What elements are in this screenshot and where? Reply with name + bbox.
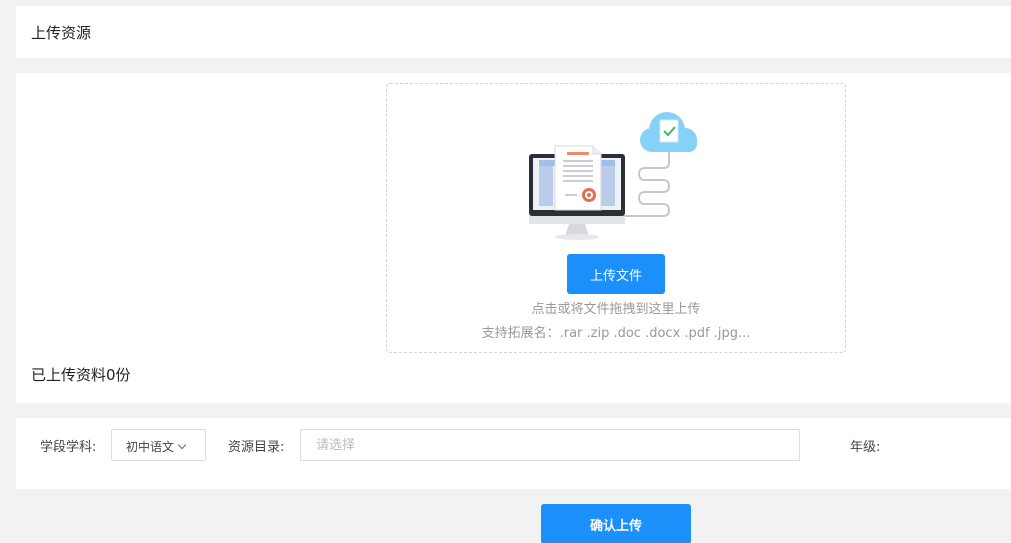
header-panel: 上传资源 — [16, 6, 1011, 58]
document-icon — [554, 145, 602, 211]
chevron-down-icon — [177, 440, 187, 450]
stage-subject-label: 学段学科: — [40, 440, 97, 455]
cloud-upload-illustration-icon — [529, 112, 697, 240]
confirm-upload-button[interactable]: 确认上传 — [541, 504, 691, 543]
resource-meta-panel: 学段学科: 初中语文 资源目录: 年级: — [16, 418, 1011, 489]
upload-file-button[interactable]: 上传文件 — [567, 254, 665, 294]
upload-hint: 点击或将文件拖拽到这里上传 — [531, 302, 701, 317]
upload-dropzone[interactable]: 上传文件 点击或将文件拖拽到这里上传 支持拓展名：.rar .zip .doc … — [386, 83, 846, 353]
resource-directory-label: 资源目录: — [228, 440, 285, 455]
upload-panel: 上传文件 点击或将文件拖拽到这里上传 支持拓展名：.rar .zip .doc … — [16, 73, 1011, 403]
stage-subject-value: 初中语文 — [126, 440, 175, 454]
stage-subject-select[interactable]: 初中语文 — [111, 429, 206, 461]
supported-extensions: 支持拓展名：.rar .zip .doc .docx .pdf .jpg... — [481, 326, 751, 341]
resource-directory-input[interactable] — [300, 429, 800, 461]
grade-label: 年级: — [850, 440, 881, 455]
page-title: 上传资源 — [31, 24, 92, 42]
cloud-icon — [640, 112, 697, 152]
uploaded-count: 已上传资料0份 — [31, 366, 131, 384]
